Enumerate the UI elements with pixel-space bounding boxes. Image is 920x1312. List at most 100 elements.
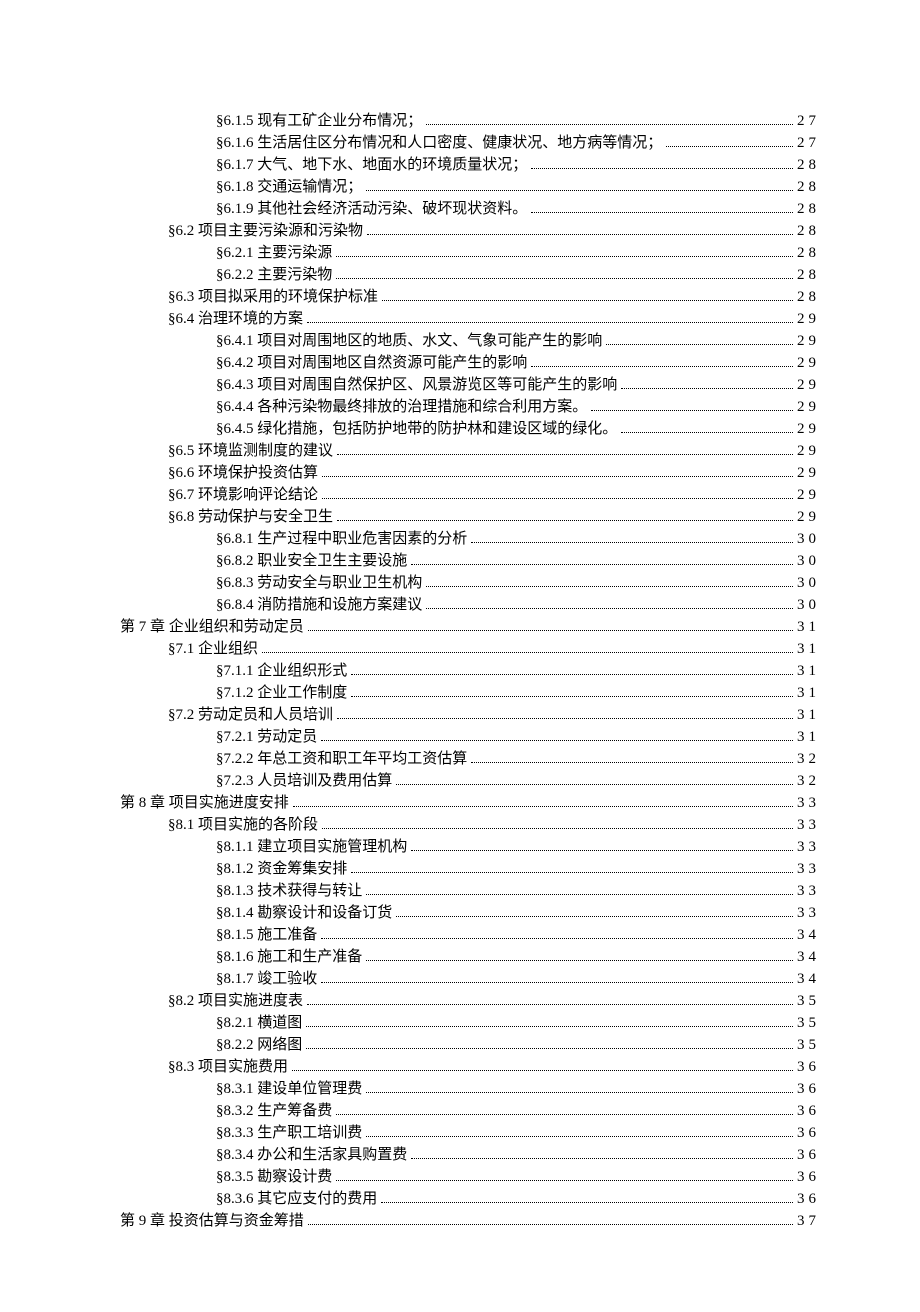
toc-entry-page: 32: [797, 770, 820, 792]
toc-entry-label: §6.4.2 项目对周围地区自然资源可能产生的影响: [216, 352, 527, 374]
toc-leader-dots: [337, 718, 793, 719]
toc-entry-page: 28: [797, 264, 820, 286]
toc-entry-label: §8.1.6 施工和生产准备: [216, 946, 362, 968]
toc-entry: §6.1.9 其他社会经济活动污染、破坏现状资料。28: [120, 198, 820, 220]
toc-entry-label: §6.4.4 各种污染物最终排放的治理措施和综合利用方案。: [216, 396, 587, 418]
toc-leader-dots: [366, 1136, 793, 1137]
toc-entry-label: §6.2.1 主要污染源: [216, 242, 332, 264]
toc-page: §6.1.5 现有工矿企业分布情况；27§6.1.6 生活居住区分布情况和人口密…: [0, 0, 920, 1312]
toc-entry: §7.2 劳动定员和人员培训31: [120, 704, 820, 726]
toc-leader-dots: [262, 652, 793, 653]
toc-entry: §8.3.3 生产职工培训费36: [120, 1122, 820, 1144]
toc-entry: 第 8 章 项目实施进度安排33: [120, 792, 820, 814]
toc-entry-page: 29: [797, 484, 820, 506]
toc-leader-dots: [382, 300, 793, 301]
toc-leader-dots: [366, 894, 793, 895]
toc-leader-dots: [337, 520, 793, 521]
toc-entry-label: §8.2 项目实施进度表: [168, 990, 303, 1012]
toc-leader-dots: [366, 190, 793, 191]
toc-entry-label: §6.8 劳动保护与安全卫生: [168, 506, 333, 528]
toc-entry-page: 29: [797, 418, 820, 440]
toc-entry-label: §7.2.2 年总工资和职工年平均工资估算: [216, 748, 467, 770]
toc-entry-page: 29: [797, 308, 820, 330]
toc-entry: §8.1.1 建立项目实施管理机构33: [120, 836, 820, 858]
toc-entry-page: 29: [797, 462, 820, 484]
toc-entry: §6.5 环境监测制度的建议 29: [120, 440, 820, 462]
toc-leader-dots: [321, 938, 793, 939]
toc-entry-page: 34: [797, 924, 820, 946]
toc-leader-dots: [606, 344, 793, 345]
toc-entry-page: 35: [797, 990, 820, 1012]
toc-entry-page: 27: [797, 110, 820, 132]
toc-entry: §6.4.5 绿化措施，包括防护地带的防护林和建设区域的绿化。29: [120, 418, 820, 440]
toc-entry-label: §8.3.6 其它应支付的费用: [216, 1188, 377, 1210]
toc-leader-dots: [322, 498, 793, 499]
toc-entry-page: 28: [797, 198, 820, 220]
toc-entry-label: §7.1.2 企业工作制度: [216, 682, 347, 704]
toc-leader-dots: [367, 234, 793, 235]
toc-entry-page: 30: [797, 528, 820, 550]
toc-leader-dots: [411, 850, 793, 851]
toc-entry-page: 30: [797, 572, 820, 594]
toc-entry: §6.1.5 现有工矿企业分布情况；27: [120, 110, 820, 132]
toc-entry-page: 31: [797, 704, 820, 726]
toc-leader-dots: [366, 960, 793, 961]
toc-entry-label: §6.4.1 项目对周围地区的地质、水文、气象可能产生的影响: [216, 330, 602, 352]
toc-entry-page: 36: [797, 1056, 820, 1078]
toc-entry: §6.3 项目拟采用的环境保护标准28: [120, 286, 820, 308]
toc-entry-page: 35: [797, 1012, 820, 1034]
toc-entry: §6.6 环境保护投资估算29: [120, 462, 820, 484]
toc-entry-page: 28: [797, 220, 820, 242]
toc-entry-page: 33: [797, 858, 820, 880]
toc-entry-page: 29: [797, 440, 820, 462]
toc-leader-dots: [306, 1026, 793, 1027]
toc-entry-page: 29: [797, 396, 820, 418]
toc-entry: §6.1.6 生活居住区分布情况和人口密度、健康状况、地方病等情况；27: [120, 132, 820, 154]
toc-leader-dots: [293, 806, 793, 807]
toc-entry-page: 35: [797, 1034, 820, 1056]
toc-entry: §8.3 项目实施费用36: [120, 1056, 820, 1078]
toc-entry-page: 34: [797, 946, 820, 968]
toc-leader-dots: [621, 388, 793, 389]
toc-entry: §8.2.1 横道图35: [120, 1012, 820, 1034]
toc-entry-page: 37: [797, 1210, 820, 1232]
toc-leader-dots: [471, 542, 793, 543]
toc-entry: §6.8 劳动保护与安全卫生 29: [120, 506, 820, 528]
toc-leader-dots: [321, 982, 793, 983]
toc-entry: §7.2.1 劳动定员31: [120, 726, 820, 748]
toc-leader-dots: [666, 146, 793, 147]
toc-leader-dots: [531, 168, 793, 169]
toc-entry-page: 33: [797, 792, 820, 814]
toc-entry-page: 28: [797, 242, 820, 264]
toc-entry-label: §8.1.3 技术获得与转让: [216, 880, 362, 902]
toc-entry: §7.1.1 企业组织形式31: [120, 660, 820, 682]
toc-entry-page: 36: [797, 1144, 820, 1166]
toc-entry-page: 31: [797, 726, 820, 748]
toc-leader-dots: [307, 322, 793, 323]
toc-entry-label: §6.8.3 劳动安全与职业卫生机构: [216, 572, 422, 594]
toc-leader-dots: [396, 916, 793, 917]
toc-entry: 第 7 章 企业组织和劳动定员31: [120, 616, 820, 638]
toc-entry-label: §6.5 环境监测制度的建议: [168, 440, 333, 462]
toc-entry-label: 第 7 章 企业组织和劳动定员: [120, 616, 304, 638]
toc-leader-dots: [411, 564, 793, 565]
toc-entry-label: §8.1 项目实施的各阶段: [168, 814, 318, 836]
toc-entry: §8.1 项目实施的各阶段33: [120, 814, 820, 836]
toc-entry-page: 29: [797, 506, 820, 528]
toc-entry-page: 30: [797, 594, 820, 616]
toc-entry: §6.1.7 大气、地下水、地面水的环境质量状况；28: [120, 154, 820, 176]
toc-leader-dots: [426, 124, 793, 125]
toc-leader-dots: [321, 740, 793, 741]
toc-entry-label: §8.1.5 施工准备: [216, 924, 317, 946]
toc-leader-dots: [308, 1224, 793, 1225]
toc-entry: §6.8.2 职业安全卫生主要设施 30: [120, 550, 820, 572]
toc-entry-label: §6.1.8 交通运输情况；: [216, 176, 362, 198]
toc-leader-dots: [531, 212, 793, 213]
toc-entry-label: §6.8.2 职业安全卫生主要设施: [216, 550, 407, 572]
toc-entry-page: 36: [797, 1166, 820, 1188]
toc-leader-dots: [471, 762, 793, 763]
toc-entry-page: 29: [797, 374, 820, 396]
toc-entry-page: 30: [797, 550, 820, 572]
toc-entry-page: 29: [797, 352, 820, 374]
toc-entry-label: §8.3.1 建设单位管理费: [216, 1078, 362, 1100]
